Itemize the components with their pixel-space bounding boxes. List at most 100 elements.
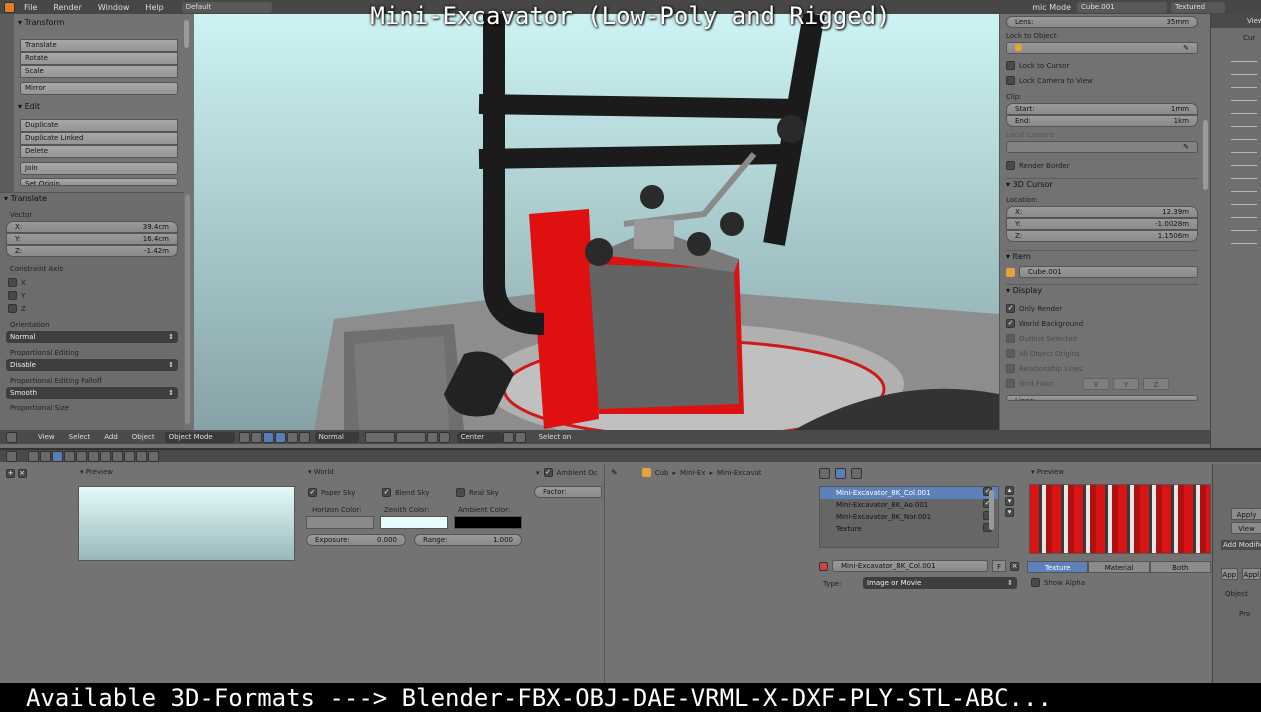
lock-to-cursor-checkbox[interactable] (1006, 61, 1015, 70)
pivot-icon[interactable] (250, 431, 262, 443)
proportional-editing-dropdown[interactable]: Disable ⇕ (6, 359, 178, 371)
editor-type-icon[interactable] (6, 431, 17, 443)
ambient-occlusion-checkbox[interactable]: ✓ (543, 468, 553, 477)
texture-tab-icon[interactable] (124, 450, 135, 462)
texture-preview-header[interactable]: ▾ Preview (1031, 468, 1064, 476)
layers-icon[interactable] (364, 431, 395, 443)
horizon-color-swatch[interactable] (306, 516, 374, 529)
rotate-manip-icon[interactable] (286, 431, 298, 443)
slot-down-icon[interactable]: ▾ (1005, 508, 1014, 517)
cursor-x-field[interactable]: X: 12.39m (1006, 206, 1198, 218)
move-up-icon[interactable]: ▴ (1005, 486, 1014, 495)
translate-manip-icon[interactable] (274, 431, 286, 443)
slot-list-scrollbar[interactable] (989, 490, 994, 530)
material-tab-icon[interactable] (112, 450, 123, 462)
vector-x-field[interactable]: X: 39.4cm (6, 221, 178, 233)
modifier-tab-icon[interactable] (88, 450, 99, 462)
data-tab-icon[interactable] (100, 450, 111, 462)
mirror-button[interactable]: Mirror (20, 82, 178, 95)
outliner-cur-item[interactable]: Cur (1211, 34, 1261, 42)
texture-slot-empty[interactable]: Texture (820, 523, 998, 535)
texture-name-field[interactable]: Mini-Excavator_8K_Col.001 (832, 560, 988, 572)
3d-cursor-header[interactable]: ▾ 3D Cursor (1006, 178, 1198, 190)
local-camera-field[interactable]: ✎ (1006, 141, 1198, 153)
object-tab-icon[interactable] (64, 450, 75, 462)
item-name-field[interactable]: Cube.001 (1019, 266, 1198, 278)
join-button[interactable]: Join (20, 162, 178, 175)
eyedropper-icon[interactable]: ✎ (1183, 43, 1189, 53)
constraint-z-checkbox[interactable] (8, 304, 17, 313)
show-alpha-checkbox[interactable] (1031, 578, 1040, 587)
texture-slot-nor[interactable]: Mini-Excavator_8K_Nor.001 (820, 511, 998, 523)
orientation-dropdown[interactable]: Normal ⇕ (6, 331, 178, 343)
grid-z-toggle[interactable]: Z (1143, 377, 1169, 390)
render-border-checkbox[interactable] (1006, 161, 1015, 170)
vector-z-field[interactable]: Z: -1.42m (6, 245, 178, 257)
preview-material-tab[interactable]: Material (1088, 561, 1150, 573)
edit-header[interactable]: ▾ Edit (0, 101, 184, 113)
editor-type-icon[interactable] (6, 450, 17, 462)
shading-solid-icon[interactable] (238, 431, 250, 443)
clip-start-field[interactable]: Start: 1mm (1006, 103, 1198, 115)
constraint-tab-icon[interactable] (76, 450, 87, 462)
preview-both-tab[interactable]: Both (1149, 561, 1211, 573)
blend-sky-checkbox[interactable]: ✓ (382, 488, 391, 497)
scale-button[interactable]: Scale (20, 65, 178, 78)
move-down-icon[interactable]: ▾ (1005, 497, 1014, 506)
render-icon[interactable] (502, 431, 514, 443)
app-button[interactable]: App (1221, 568, 1238, 580)
add-modifier-button[interactable]: Add Modifier (1221, 540, 1261, 550)
exposure-field[interactable]: Exposure: 0.000 (306, 534, 406, 546)
3d-viewport[interactable] (194, 14, 999, 430)
outline-selected-checkbox[interactable] (1006, 334, 1015, 343)
delete-button[interactable]: Delete (20, 145, 178, 158)
orientation-header-dropdown[interactable]: Normal (314, 431, 359, 443)
texture-slot-ao[interactable]: Mini-Excavator_8K_Ao.001 ✓ (820, 499, 998, 511)
texture-slot-col[interactable]: Mini-Excavator_8K_Col.001 ✓ (820, 487, 998, 499)
physics-tab-icon[interactable] (148, 450, 159, 462)
layers2-icon[interactable] (395, 431, 426, 443)
pin-icon[interactable]: ✎ (611, 468, 618, 477)
world-tab-icon[interactable] (52, 450, 63, 462)
zenith-color-swatch[interactable] (380, 516, 448, 529)
duplicate-linked-button[interactable]: Duplicate Linked (20, 132, 178, 145)
world-texture-icon[interactable] (819, 468, 830, 479)
properties-scrollbar[interactable] (1203, 120, 1208, 190)
operator-header[interactable]: ▾ Translate (0, 193, 184, 205)
display-header[interactable]: ▾ Display (1006, 284, 1198, 296)
constraint-x-checkbox[interactable] (8, 278, 17, 287)
manipulator-icon[interactable] (262, 431, 274, 443)
scale-manip-icon[interactable] (298, 431, 310, 443)
factor-field[interactable]: Factor: (534, 486, 602, 498)
fake-user-button[interactable]: F (992, 560, 1006, 572)
item-header[interactable]: ▾ Item (1006, 250, 1198, 262)
lines-field[interactable]: Lines: (1006, 395, 1198, 401)
preview-texture-tab[interactable]: Texture (1027, 561, 1089, 573)
view-menu[interactable]: View (38, 433, 55, 441)
grid-x-toggle[interactable]: X (1083, 377, 1109, 390)
select-menu[interactable]: Select (69, 433, 91, 441)
lock-object-field[interactable]: ✎ (1006, 42, 1198, 54)
pivot-center-dropdown[interactable]: Center (456, 431, 503, 443)
only-render-checkbox[interactable]: ✓ (1006, 304, 1015, 313)
view-button[interactable]: View (1231, 522, 1261, 534)
constraint-y-checkbox[interactable] (8, 291, 17, 300)
paper-sky-checkbox[interactable]: ✓ (308, 488, 317, 497)
close-icon[interactable]: × (1010, 561, 1019, 571)
lock-icon[interactable] (426, 431, 438, 443)
scene-tab-icon[interactable] (40, 450, 51, 462)
eyedropper-icon[interactable]: ✎ (1183, 142, 1189, 152)
grid-floor-checkbox[interactable] (1006, 379, 1015, 388)
world-background-checkbox[interactable]: ✓ (1006, 319, 1015, 328)
brush-texture-icon[interactable] (835, 468, 846, 479)
close-icon[interactable]: × (17, 469, 27, 478)
range-field[interactable]: Range: 1.000 (414, 534, 522, 546)
operator-scrollbar[interactable] (185, 194, 190, 424)
render-tab-icon[interactable] (28, 450, 39, 462)
clip-end-field[interactable]: End: 1km (1006, 115, 1198, 127)
vector-y-field[interactable]: Y: 16.4cm (6, 233, 178, 245)
appl-button[interactable]: Appl (1241, 568, 1261, 580)
translate-button[interactable]: Translate (20, 39, 178, 52)
object-menu[interactable]: Object (132, 433, 155, 441)
proportional-falloff-dropdown[interactable]: Smooth ⇕ (6, 387, 178, 399)
